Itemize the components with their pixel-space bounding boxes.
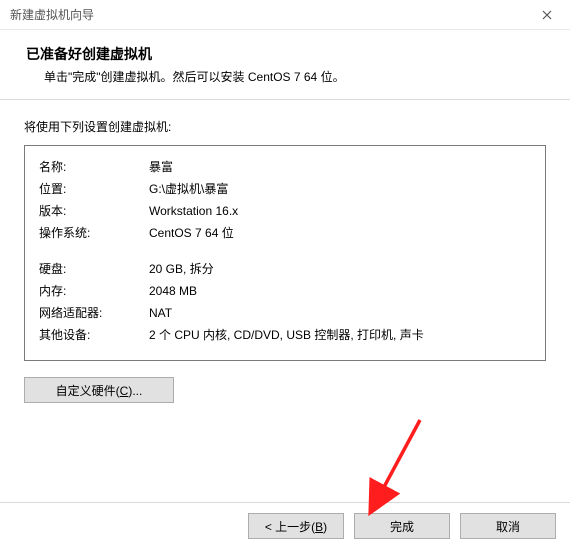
window-title: 新建虚拟机向导 <box>10 6 524 23</box>
summary-value: CentOS 7 64 位 <box>149 222 531 244</box>
summary-value: 20 GB, 拆分 <box>149 258 531 280</box>
page-title: 已准备好创建虚拟机 <box>26 44 548 64</box>
back-button[interactable]: < 上一步(B) <box>248 513 344 539</box>
summary-key: 其他设备: <box>39 324 149 346</box>
close-icon <box>542 10 552 20</box>
wizard-footer: < 上一步(B) 完成 取消 <box>0 502 570 551</box>
wizard-header: 已准备好创建虚拟机 单击"完成"创建虚拟机。然后可以安装 CentOS 7 64… <box>0 30 570 100</box>
summary-key: 位置: <box>39 178 149 200</box>
summary-row: 版本: Workstation 16.x <box>39 200 531 222</box>
summary-value: NAT <box>149 302 531 324</box>
summary-row: 位置: G:\虚拟机\暴富 <box>39 178 531 200</box>
summary-row: 名称: 暴富 <box>39 156 531 178</box>
summary-value: 暴富 <box>149 156 531 178</box>
summary-value: 2 个 CPU 内核, CD/DVD, USB 控制器, 打印机, 声卡 <box>149 324 531 346</box>
summary-key: 版本: <box>39 200 149 222</box>
summary-key: 内存: <box>39 280 149 302</box>
summary-row: 硬盘: 20 GB, 拆分 <box>39 258 531 280</box>
titlebar: 新建虚拟机向导 <box>0 0 570 30</box>
summary-row: 网络适配器: NAT <box>39 302 531 324</box>
summary-caption: 将使用下列设置创建虚拟机: <box>24 118 546 135</box>
summary-value: Workstation 16.x <box>149 200 531 222</box>
finish-button[interactable]: 完成 <box>354 513 450 539</box>
summary-row: 其他设备: 2 个 CPU 内核, CD/DVD, USB 控制器, 打印机, … <box>39 324 531 346</box>
close-button[interactable] <box>524 0 570 30</box>
wizard-content: 将使用下列设置创建虚拟机: 名称: 暴富 位置: G:\虚拟机\暴富 版本: W… <box>0 100 570 403</box>
summary-key: 操作系统: <box>39 222 149 244</box>
summary-row: 内存: 2048 MB <box>39 280 531 302</box>
summary-row: 操作系统: CentOS 7 64 位 <box>39 222 531 244</box>
summary-box: 名称: 暴富 位置: G:\虚拟机\暴富 版本: Workstation 16.… <box>24 145 546 361</box>
customize-hardware-button[interactable]: 自定义硬件(C)... <box>24 377 174 403</box>
cancel-button[interactable]: 取消 <box>460 513 556 539</box>
summary-value: 2048 MB <box>149 280 531 302</box>
summary-key: 硬盘: <box>39 258 149 280</box>
summary-key: 名称: <box>39 156 149 178</box>
summary-key: 网络适配器: <box>39 302 149 324</box>
page-subtitle: 单击"完成"创建虚拟机。然后可以安装 CentOS 7 64 位。 <box>26 68 548 85</box>
summary-value: G:\虚拟机\暴富 <box>149 178 531 200</box>
